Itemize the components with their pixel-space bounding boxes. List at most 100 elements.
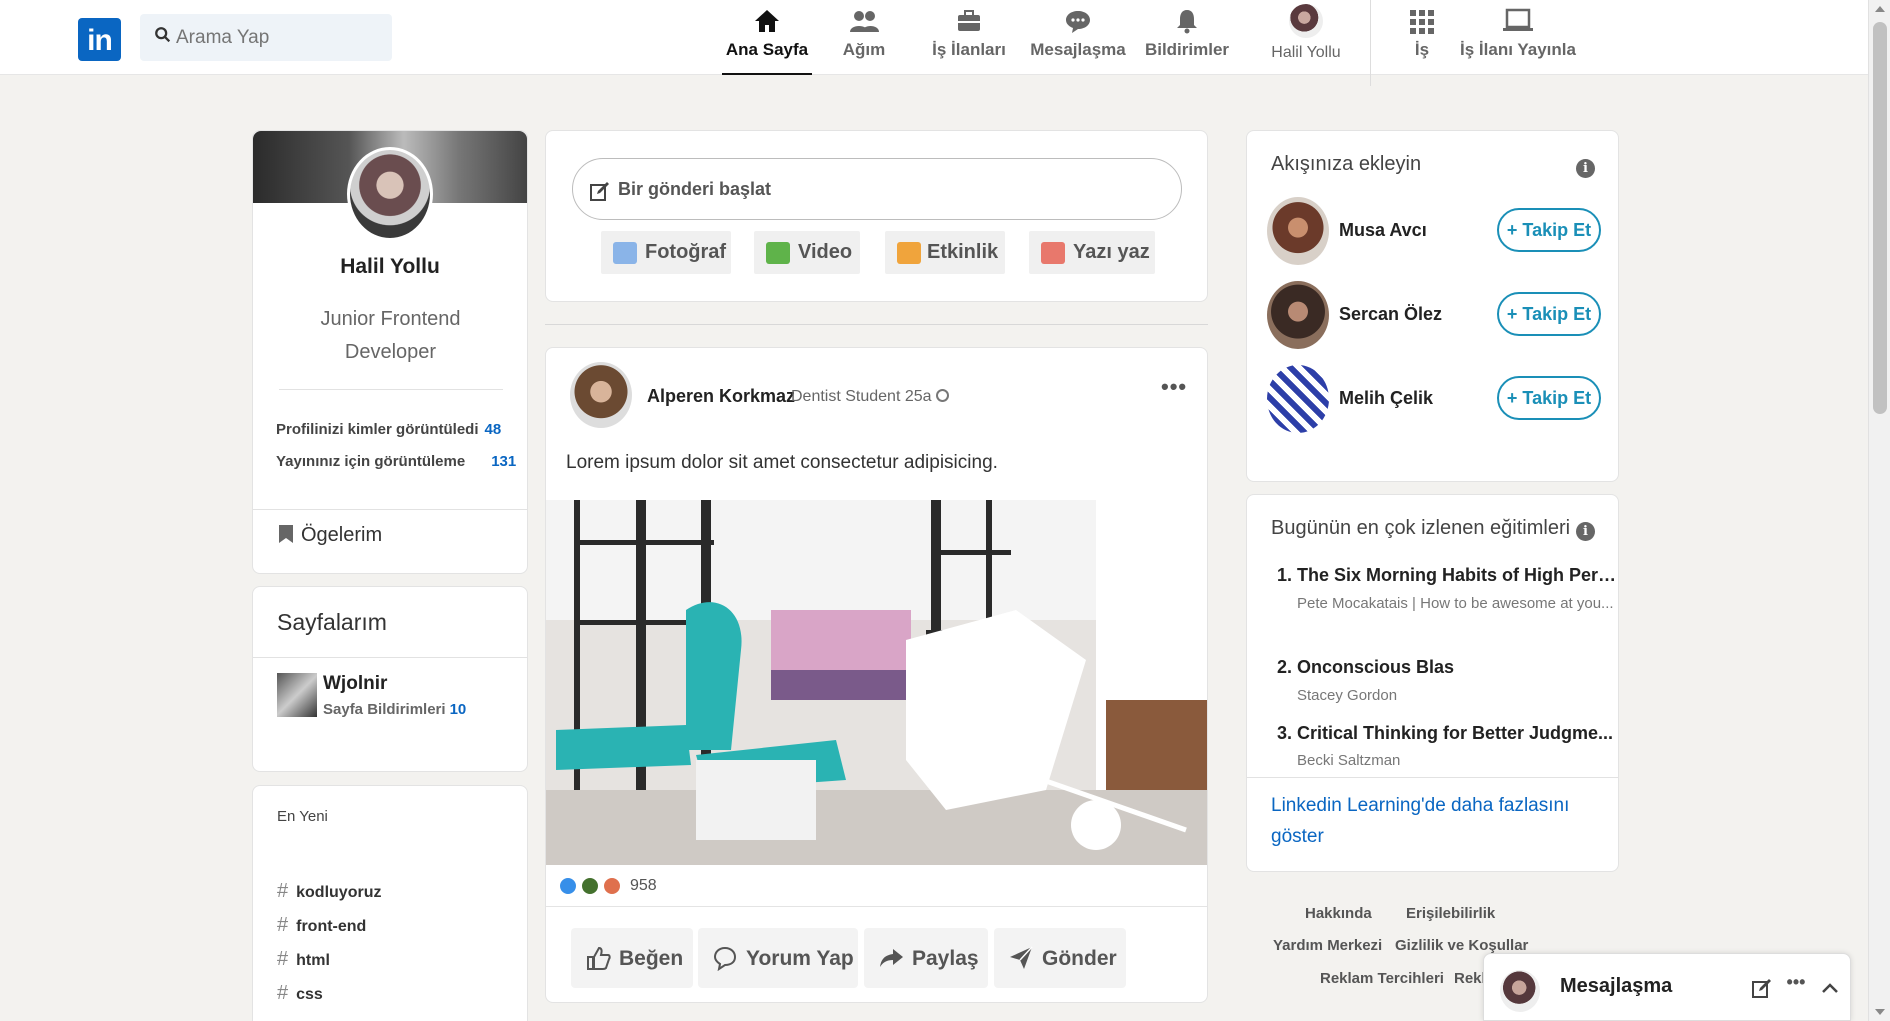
post-body-text: Lorem ipsum dolor sit amet consectetur a… xyxy=(566,452,998,473)
profile-views-count: 48 xyxy=(484,421,502,438)
course-title[interactable]: 2. Onconscious Blas xyxy=(1277,657,1617,678)
search-input[interactable] xyxy=(176,14,386,61)
calendar-icon xyxy=(897,242,921,264)
edit-icon xyxy=(590,182,609,201)
post-image[interactable] xyxy=(546,500,1207,865)
scrollbar-thumb[interactable] xyxy=(1873,22,1887,414)
nav-me[interactable]: Halil Yollu xyxy=(1262,0,1350,75)
page-name-link[interactable]: Wjolnir xyxy=(323,673,387,695)
profile-views-stat[interactable]: Profilinizi kimler görüntüledi 48 xyxy=(276,421,501,438)
follow-button[interactable]: + Takip Et xyxy=(1497,208,1601,252)
saved-items-link[interactable]: Ögelerim xyxy=(253,509,527,559)
nav-home[interactable]: Ana Sayfa xyxy=(722,0,812,75)
nav-jobs[interactable]: İş İlanları xyxy=(926,0,1012,75)
scroll-down-icon[interactable] xyxy=(1875,1009,1885,1015)
hashtag-item[interactable]: # kodluyoruz xyxy=(277,880,381,903)
messaging-title: Mesajlaşma xyxy=(1560,975,1673,997)
reaction-count[interactable]: 958 xyxy=(630,877,657,895)
post-author-avatar[interactable] xyxy=(570,362,632,428)
globe-icon xyxy=(935,389,949,402)
chevron-up-icon[interactable] xyxy=(1818,976,1842,1000)
event-button[interactable]: Etkinlik xyxy=(885,231,1005,274)
love-reaction-icon xyxy=(602,876,622,896)
hashtag-label: kodluyoruz xyxy=(296,884,382,901)
footer-help-link[interactable]: Yardım Merkezi xyxy=(1273,937,1382,954)
suggestion-avatar[interactable] xyxy=(1267,281,1329,349)
suggestion-avatar[interactable] xyxy=(1267,365,1329,433)
footer-ads-link[interactable]: Rekl xyxy=(1454,970,1486,987)
follow-button[interactable]: + Takip Et xyxy=(1497,292,1601,336)
suggestion-name[interactable]: Sercan Ölez xyxy=(1339,304,1442,325)
footer-accessibility-link[interactable]: Erişilebilirlik xyxy=(1406,905,1495,922)
recent-title: En Yeni xyxy=(277,808,328,825)
nav-notifications[interactable]: Bildirimler xyxy=(1143,0,1231,75)
start-post-input[interactable]: Bir gönderi başlat xyxy=(572,158,1182,220)
like-button[interactable]: Beğen xyxy=(571,928,693,988)
post-views-label: Yayınınız için görüntüleme xyxy=(276,453,466,470)
search-icon xyxy=(155,27,171,43)
hashtag-item[interactable]: # front-end xyxy=(277,914,366,937)
nav-divider xyxy=(1370,0,1371,86)
share-label: Paylaş xyxy=(912,947,979,970)
profile-name[interactable]: Halil Yollu xyxy=(253,255,527,279)
profile-headline: Junior Frontend Developer xyxy=(320,308,461,363)
post-views-stat[interactable]: Yayınınız için görüntüleme 131 xyxy=(276,453,516,470)
footer-privacy-link[interactable]: Gizlilik ve Koşullar xyxy=(1395,937,1528,954)
send-label: Gönder xyxy=(1042,947,1117,970)
nav-me-label: Halil Yollu xyxy=(1271,44,1341,61)
video-button[interactable]: Video xyxy=(754,231,860,274)
hashtag-label: html xyxy=(296,952,330,969)
post-author-name[interactable]: Alperen Korkmaz xyxy=(647,386,795,407)
info-icon[interactable]: i xyxy=(1576,159,1595,178)
compose-icon[interactable] xyxy=(1750,976,1774,1000)
suggestion-name[interactable]: Melih Çelik xyxy=(1339,388,1433,409)
article-icon xyxy=(1041,242,1065,264)
comment-icon xyxy=(713,946,737,971)
pages-title: Sayfalarım xyxy=(277,609,387,635)
photo-button-label: Fotoğraf xyxy=(645,241,727,263)
hashtag-item[interactable]: # html xyxy=(277,948,330,971)
chat-icon xyxy=(1066,11,1090,33)
photo-icon xyxy=(613,242,637,264)
nav-home-label: Ana Sayfa xyxy=(725,40,809,59)
grid-icon xyxy=(1410,10,1434,34)
course-title[interactable]: 1. The Six Morning Habits of High Perf..… xyxy=(1277,565,1617,586)
photo-button[interactable]: Fotoğraf xyxy=(601,231,731,274)
course-subtitle: Pete Mocakatais | How to be awesome at y… xyxy=(1297,595,1614,612)
learning-more-link[interactable]: Linkedin Learning'de daha fazlasını göst… xyxy=(1271,790,1591,852)
profile-photo[interactable] xyxy=(347,147,433,241)
pages-divider xyxy=(253,657,527,658)
suggestion-name[interactable]: Musa Avcı xyxy=(1339,220,1427,241)
page-notifications[interactable]: Sayfa Bildirimleri 10 xyxy=(323,701,466,718)
more-options-icon[interactable]: ••• xyxy=(1784,972,1808,996)
follow-button[interactable]: + Takip Et xyxy=(1497,376,1601,420)
profile-card: Halil Yollu Junior Frontend Developer Pr… xyxy=(252,130,528,574)
page-logo[interactable] xyxy=(277,673,317,717)
suggestion-avatar[interactable] xyxy=(1267,197,1329,265)
search-box xyxy=(140,14,392,61)
send-button[interactable]: Gönder xyxy=(994,928,1126,988)
footer-about-link[interactable]: Hakkında xyxy=(1305,905,1372,922)
avatar xyxy=(1500,970,1540,1012)
nav-messaging[interactable]: Mesajlaşma xyxy=(1030,0,1126,75)
nav-notifications-label: Bildirimler xyxy=(1144,40,1230,59)
nav-work[interactable]: İş xyxy=(1400,0,1444,75)
page-scrollbar[interactable] xyxy=(1868,0,1890,1021)
info-icon[interactable]: i xyxy=(1576,522,1595,541)
linkedin-logo[interactable]: in xyxy=(78,18,121,61)
pages-card: Sayfalarım Wjolnir Sayfa Bildirimleri 10 xyxy=(252,586,528,772)
hashtag-item[interactable]: # css xyxy=(277,982,323,1005)
share-button[interactable]: Paylaş xyxy=(864,928,988,988)
write-article-button[interactable]: Yazı yaz xyxy=(1029,231,1155,274)
nav-network[interactable]: Ağım xyxy=(828,0,900,75)
footer-ad-prefs-link[interactable]: Reklam Tercihleri xyxy=(1320,970,1444,987)
nav-post-job[interactable]: İş İlanı Yayınla xyxy=(1460,0,1576,75)
page-notifications-count: 10 xyxy=(449,701,467,718)
nav-jobs-label: İş İlanları xyxy=(932,40,1006,59)
messaging-bar[interactable]: Mesajlaşma ••• xyxy=(1483,953,1851,1021)
scroll-up-icon[interactable] xyxy=(1875,6,1885,12)
comment-button[interactable]: Yorum Yap xyxy=(698,928,858,988)
more-options-icon[interactable]: ••• xyxy=(1161,374,1187,400)
dental-clinic-illustration xyxy=(546,500,1207,865)
course-title[interactable]: 3. Critical Thinking for Better Judgme..… xyxy=(1277,723,1617,744)
